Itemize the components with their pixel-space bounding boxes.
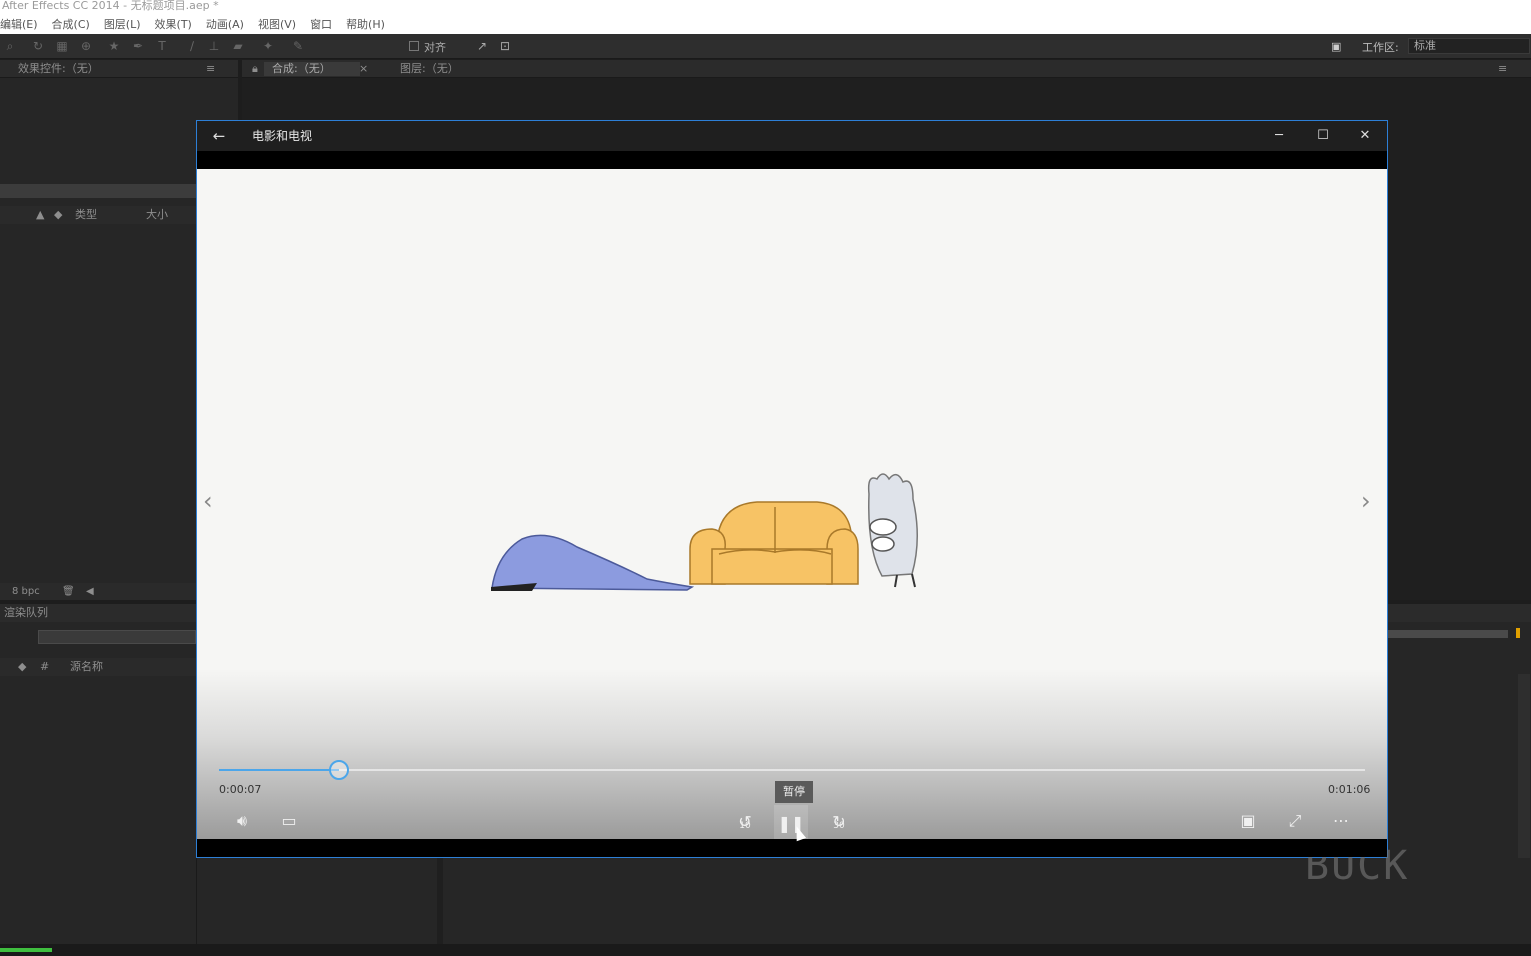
subtitles-icon[interactable]: ▭ bbox=[272, 806, 306, 836]
render-tag-icon[interactable]: ◆ bbox=[18, 658, 26, 676]
pen-tool-icon[interactable]: ✒ bbox=[132, 40, 144, 52]
minimize-icon[interactable]: ─ bbox=[1257, 121, 1301, 151]
col-type[interactable]: 类型 bbox=[75, 206, 97, 224]
rewind-seconds: 10 bbox=[739, 821, 751, 831]
render-search-input[interactable] bbox=[38, 630, 196, 644]
lock-icon[interactable]: 🔒︎ bbox=[252, 60, 258, 78]
project-column-header: ▲ ◆ 类型 大小 bbox=[0, 206, 196, 224]
eraser-tool-icon[interactable]: ▰ bbox=[232, 40, 244, 52]
menu-animation[interactable]: 动画(A) bbox=[206, 16, 244, 32]
effects-tab[interactable]: 效果控件:（无） bbox=[18, 62, 99, 75]
render-queue-tab[interactable]: 渲染队列 bbox=[0, 604, 196, 622]
forward-30-button[interactable]: ↻ 30 bbox=[822, 807, 856, 837]
seek-bar[interactable] bbox=[219, 769, 1365, 771]
layer-tab[interactable]: 图层:（无） bbox=[400, 60, 459, 78]
col-number[interactable]: # bbox=[40, 658, 49, 676]
comp-panel-menu-icon[interactable]: ≡ bbox=[1498, 60, 1507, 78]
pan-tool-icon[interactable]: ⊕ bbox=[80, 40, 92, 52]
more-options-icon[interactable]: ⋯ bbox=[1324, 806, 1358, 836]
volume-icon[interactable]: 🔊︎ bbox=[225, 806, 259, 836]
video-frame[interactable]: ‹ › bbox=[197, 169, 1387, 839]
chevron-left-icon[interactable]: ‹ bbox=[203, 487, 213, 515]
bpc-label[interactable]: 8 bpc bbox=[12, 583, 40, 600]
menu-help[interactable]: 帮助(H) bbox=[346, 16, 385, 32]
ae-menubar: 编辑(E) 合成(C) 图层(L) 效果(T) 动画(A) 视图(V) 窗口 帮… bbox=[0, 13, 1531, 34]
comp-tab[interactable]: 合成:（无） bbox=[264, 62, 360, 76]
snap-expand-icon[interactable]: ↗ bbox=[476, 40, 488, 52]
menu-edit[interactable]: 编辑(E) bbox=[0, 16, 38, 32]
render-column-header: ◆ # 源名称 bbox=[0, 658, 196, 676]
puppet-tool-icon[interactable]: ✎ bbox=[292, 40, 304, 52]
player-bottom-bar bbox=[197, 839, 1387, 857]
menu-composition[interactable]: 合成(C) bbox=[52, 16, 90, 32]
blue-creature bbox=[491, 534, 695, 591]
snap-checkbox[interactable] bbox=[409, 41, 419, 51]
menu-layer[interactable]: 图层(L) bbox=[104, 16, 141, 32]
panel-menu-icon[interactable]: ≡ bbox=[206, 60, 215, 78]
col-size[interactable]: 大小 bbox=[146, 206, 168, 224]
movies-tv-window: ← 电影和电视 ─ ☐ ✕ ‹ › BUCK 0:00:07 0:01:06 暂… bbox=[196, 120, 1407, 889]
shape-tool-icon[interactable]: ★ bbox=[108, 40, 120, 52]
timeline-end-marker bbox=[1516, 628, 1520, 638]
project-footer: 8 bpc 🗑︎ ◀ bbox=[0, 583, 196, 600]
comp-panel-header: 🔒︎ 合成:（无） × 图层:（无） ≡ bbox=[242, 60, 1531, 78]
workspace-select[interactable]: 标准 bbox=[1408, 38, 1530, 54]
maximize-icon[interactable]: ☐ bbox=[1301, 121, 1345, 151]
rotate-tool-icon[interactable]: ↻ bbox=[32, 40, 44, 52]
render-progress-bar bbox=[0, 948, 52, 952]
project-preview-strip bbox=[0, 184, 196, 198]
roto-tool-icon[interactable]: ✦ bbox=[262, 40, 274, 52]
ae-window-title: After Effects CC 2014 - 无标题项目.aep * bbox=[0, 0, 1531, 13]
brush-tool-icon[interactable]: ∕ bbox=[186, 40, 198, 52]
menu-view[interactable]: 视图(V) bbox=[258, 16, 296, 32]
pause-tooltip: 暂停 bbox=[775, 781, 813, 803]
yellow-sofa bbox=[689, 501, 859, 585]
back-arrow-icon[interactable]: ← bbox=[207, 126, 231, 146]
snap-target-icon[interactable]: ⊡ bbox=[499, 40, 511, 52]
clone-tool-icon[interactable]: ⊥ bbox=[208, 40, 220, 52]
render-queue-panel: 渲染队列 ◆ # 源名称 bbox=[0, 604, 196, 944]
menu-window[interactable]: 窗口 bbox=[310, 16, 332, 32]
forward-seconds: 30 bbox=[833, 821, 845, 831]
workspace-icon[interactable]: ▣ bbox=[1331, 40, 1351, 53]
camera-tool-icon[interactable]: ▦ bbox=[56, 40, 68, 52]
ae-toolbar: ⌕ ↻ ▦ ⊕ ★ ✒ T ∕ ⊥ ▰ ✦ ✎ 对齐 ↗ ⊡ ▣ 工作区: 标准 bbox=[0, 34, 1531, 59]
status-bar bbox=[0, 944, 1531, 956]
close-tab-icon[interactable]: × bbox=[359, 60, 368, 78]
current-time: 0:00:07 bbox=[219, 783, 262, 796]
scroll-left-icon[interactable]: ◀ bbox=[86, 583, 94, 600]
trash-icon[interactable]: 🗑︎ bbox=[62, 583, 75, 600]
player-titlebar: ← 电影和电视 ─ ☐ ✕ bbox=[197, 121, 1387, 151]
total-time: 0:01:06 bbox=[1328, 783, 1371, 796]
rewind-10-button[interactable]: ↺ 10 bbox=[728, 807, 762, 837]
seek-progress bbox=[219, 769, 340, 771]
menu-effect[interactable]: 效果(T) bbox=[155, 16, 192, 32]
label-tag-icon[interactable]: ◆ bbox=[54, 206, 62, 224]
workspace-label: 工作区: bbox=[1362, 41, 1399, 54]
text-tool-icon[interactable]: T bbox=[156, 40, 168, 52]
chevron-right-icon[interactable]: › bbox=[1361, 487, 1371, 515]
zoom-tool-icon[interactable]: ⌕ bbox=[4, 40, 16, 52]
snap-label: 对齐 bbox=[424, 41, 446, 54]
sort-asc-icon[interactable]: ▲ bbox=[36, 206, 44, 224]
player-title: 电影和电视 bbox=[252, 129, 313, 143]
effects-panel-header: 效果控件:（无） ≡ bbox=[0, 60, 238, 78]
fullscreen-icon[interactable]: ⤢ bbox=[1278, 806, 1312, 836]
close-icon[interactable]: ✕ bbox=[1343, 121, 1387, 151]
ghost-character bbox=[867, 473, 918, 588]
col-source-name[interactable]: 源名称 bbox=[70, 658, 103, 676]
mini-view-icon[interactable]: ▣ bbox=[1231, 806, 1265, 836]
